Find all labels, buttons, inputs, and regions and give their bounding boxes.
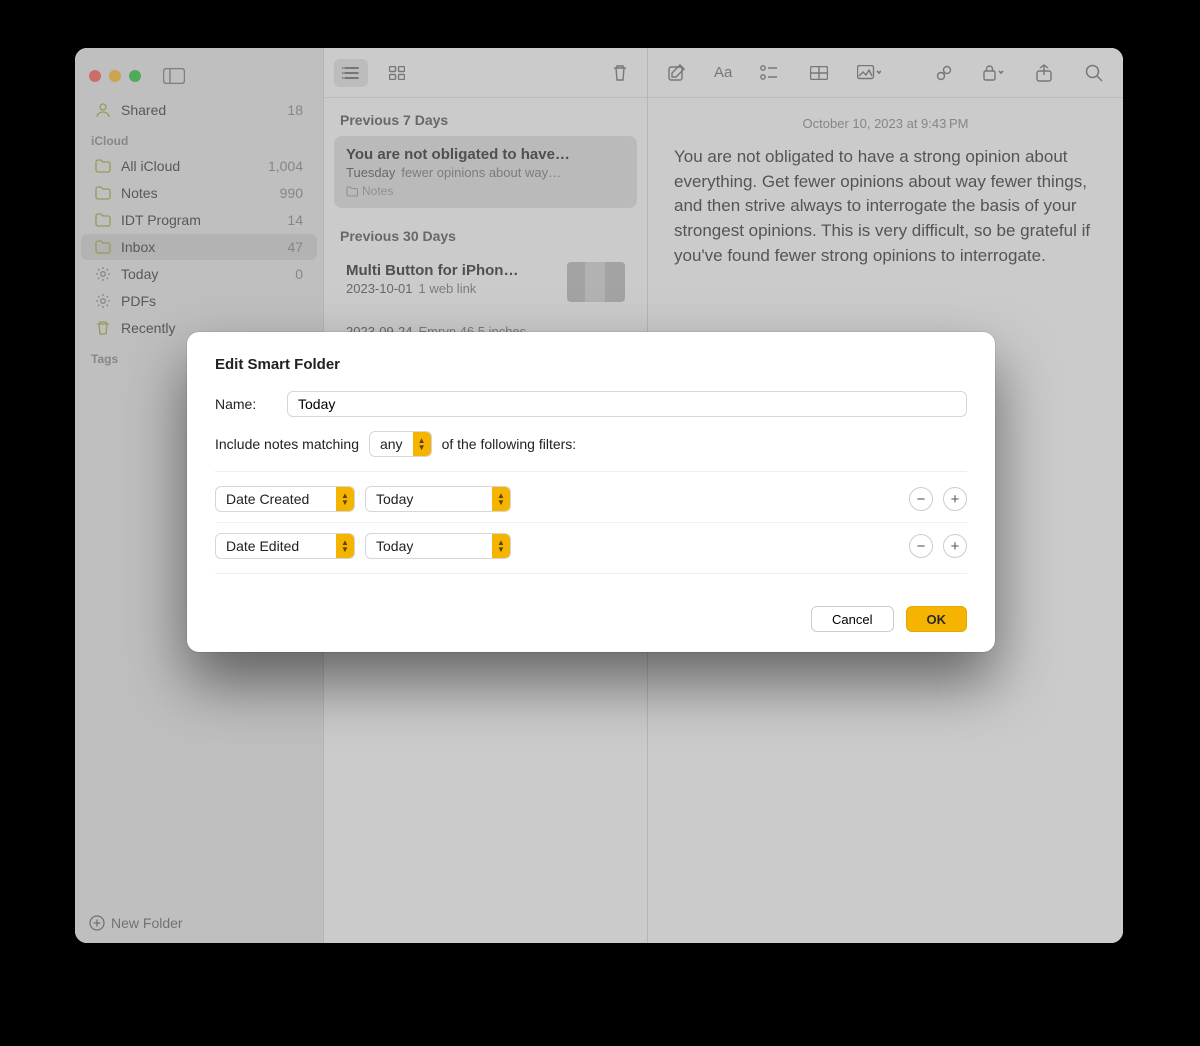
note-list-item[interactable]: You are not obligated to have… Tuesdayfew… [334, 136, 637, 208]
add-filter-button[interactable]: + [943, 487, 967, 511]
lock-menu-button[interactable] [977, 59, 1011, 87]
folder-icon [95, 240, 115, 254]
shared-icon [95, 102, 115, 118]
edit-smart-folder-dialog: Edit Smart Folder Name: Include notes ma… [187, 332, 995, 652]
format-button[interactable]: Aa [710, 59, 736, 87]
editor-toolbar: Aa [648, 48, 1123, 98]
note-date: October 10, 2023 at 9:43 PM [674, 116, 1097, 131]
sidebar-item-label: All iCloud [121, 158, 268, 174]
list-toolbar [324, 48, 647, 98]
note-thumbnail [567, 262, 625, 302]
cancel-button[interactable]: Cancel [811, 606, 893, 632]
folder-name-input[interactable] [287, 391, 967, 417]
link-icon[interactable] [927, 59, 961, 87]
sidebar-item-label: Notes [121, 185, 280, 201]
zoom-window-button[interactable] [129, 70, 141, 82]
note-list-item[interactable]: Multi Button for iPhon… 2023-10-011 web l… [334, 252, 637, 306]
sidebar-item-label: IDT Program [121, 212, 287, 228]
stepper-icon: ▲▼ [413, 432, 431, 456]
stepper-icon: ▲▼ [492, 534, 510, 558]
sidebar-item-label: PDFs [121, 293, 303, 309]
match-mode-value: any [370, 436, 413, 452]
view-list-button[interactable] [334, 59, 368, 87]
share-button[interactable] [1027, 59, 1061, 87]
name-label: Name: [215, 396, 275, 412]
sidebar-section-label: iCloud [75, 124, 323, 152]
list-section-header: Previous 30 Days [324, 214, 647, 252]
dialog-title: Edit Smart Folder [215, 356, 967, 373]
sidebar-item-count: 14 [287, 212, 303, 228]
list-section-header: Previous 7 Days [324, 98, 647, 136]
sidebar-item-pdfs[interactable]: PDFs [81, 288, 317, 314]
checklist-button[interactable] [752, 59, 786, 87]
table-button[interactable] [802, 59, 836, 87]
sidebar-item-shared[interactable]: Shared 18 [81, 97, 317, 123]
toggle-sidebar-icon[interactable] [163, 66, 191, 86]
remove-filter-button[interactable]: − [909, 487, 933, 511]
note-folder: Notes [346, 184, 625, 198]
folder-icon [95, 213, 115, 227]
sidebar-item-label: Inbox [121, 239, 287, 255]
match-mode-select[interactable]: any ▲▼ [369, 431, 432, 457]
sidebar-item-count: 990 [280, 185, 303, 201]
sidebar-item-label: Shared [121, 102, 287, 118]
filter-row: Date Created▲▼ Today▲▼ −+ [215, 476, 967, 522]
add-filter-button[interactable]: + [943, 534, 967, 558]
note-text[interactable]: You are not obligated to have a strong o… [674, 145, 1097, 268]
sidebar-item-all-icloud[interactable]: All iCloud1,004 [81, 153, 317, 179]
filter-value-select[interactable]: Today▲▼ [365, 486, 511, 512]
gear-icon [95, 293, 115, 309]
window-controls [75, 54, 323, 96]
close-window-button[interactable] [89, 70, 101, 82]
folder-icon [95, 186, 115, 200]
compose-button[interactable] [660, 59, 694, 87]
match-prefix-text: Include notes matching [215, 436, 359, 452]
sidebar-item-today[interactable]: Today0 [81, 261, 317, 287]
stepper-icon: ▲▼ [492, 487, 510, 511]
new-folder-label: New Folder [111, 915, 183, 931]
sidebar-item-count: 18 [287, 102, 303, 118]
editor-body[interactable]: October 10, 2023 at 9:43 PM You are not … [648, 98, 1123, 286]
stepper-icon: ▲▼ [336, 534, 354, 558]
note-preview: 2023-10-011 web link [346, 281, 559, 296]
trash-icon [95, 320, 115, 336]
filter-list: Date Created▲▼ Today▲▼ −+ Date Edited▲▼ Toda… [215, 471, 967, 574]
remove-filter-button[interactable]: − [909, 534, 933, 558]
delete-note-button[interactable] [603, 59, 637, 87]
ok-button[interactable]: OK [906, 606, 968, 632]
search-button[interactable] [1077, 59, 1111, 87]
match-suffix-text: of the following filters: [442, 436, 577, 452]
sidebar-item-count: 47 [287, 239, 303, 255]
minimize-window-button[interactable] [109, 70, 121, 82]
gear-icon [95, 266, 115, 282]
sidebar-item-label: Today [121, 266, 295, 282]
new-folder-button[interactable]: New Folder [75, 903, 323, 943]
view-gallery-button[interactable] [380, 59, 414, 87]
sidebar-item-count: 1,004 [268, 158, 303, 174]
media-menu-button[interactable] [852, 59, 886, 87]
folder-icon [95, 159, 115, 173]
filter-value-select[interactable]: Today▲▼ [365, 533, 511, 559]
sidebar-item-notes[interactable]: Notes990 [81, 180, 317, 206]
note-title: Multi Button for iPhon… [346, 262, 559, 279]
filter-row: Date Edited▲▼ Today▲▼ −+ [215, 522, 967, 569]
note-title: You are not obligated to have… [346, 146, 625, 163]
stepper-icon: ▲▼ [336, 487, 354, 511]
sidebar-item-inbox[interactable]: Inbox47 [81, 234, 317, 260]
note-preview: Tuesdayfewer opinions about way… [346, 165, 625, 180]
filter-field-select[interactable]: Date Edited▲▼ [215, 533, 355, 559]
plus-circle-icon [89, 915, 105, 931]
sidebar-item-count: 0 [295, 266, 303, 282]
sidebar-item-idt-program[interactable]: IDT Program14 [81, 207, 317, 233]
filter-field-select[interactable]: Date Created▲▼ [215, 486, 355, 512]
